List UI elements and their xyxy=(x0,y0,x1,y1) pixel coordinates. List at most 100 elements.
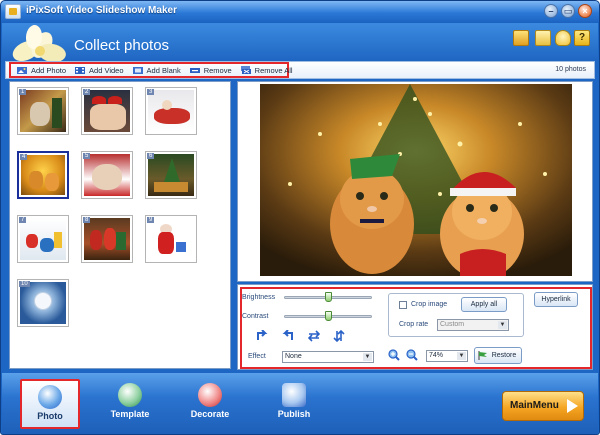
chevron-down-icon: ▼ xyxy=(498,321,507,329)
title-bar[interactable]: iPixSoft Video Slideshow Maker – ▭ × xyxy=(1,1,599,23)
add-video-label: Add Video xyxy=(89,65,124,75)
thumbnail-image xyxy=(84,90,130,132)
restore-zoom-button[interactable]: Restore xyxy=(474,347,522,364)
thumbnail-number: 9 xyxy=(147,217,155,223)
brightness-slider-thumb[interactable] xyxy=(325,292,332,302)
thumbnail-image xyxy=(20,218,66,260)
thumbnail-number: 2 xyxy=(83,89,91,95)
nav-photo[interactable]: Photo xyxy=(20,379,80,429)
publish-nav-icon xyxy=(282,383,306,407)
crop-rate-select-value: Custom xyxy=(440,321,465,328)
thumbnail-image xyxy=(20,282,66,324)
rotate-right-icon[interactable] xyxy=(282,330,294,342)
contrast-label: Contrast xyxy=(242,313,269,320)
photo-thumbnail-6[interactable]: 6 xyxy=(145,151,197,199)
notes-icon[interactable] xyxy=(535,30,551,46)
nav-template[interactable]: Template xyxy=(100,379,160,429)
photo-thumbnail-3[interactable]: 3 xyxy=(145,87,197,135)
remove-all-label: Remove All xyxy=(254,65,293,75)
nav-photo-label: Photo xyxy=(37,411,63,421)
effect-select-value: None xyxy=(285,353,302,360)
add-photo-icon xyxy=(17,67,27,74)
thumbnail-image xyxy=(84,218,130,260)
photo-thumbnail-7[interactable]: 7 xyxy=(17,215,69,263)
photo-count: 10 photos xyxy=(555,66,586,73)
photo-thumbnail-4[interactable]: 4 xyxy=(17,151,69,199)
nav-template-label: Template xyxy=(110,409,150,419)
photo-preview-image xyxy=(260,84,572,276)
thumbnail-number: 6 xyxy=(147,153,155,159)
apply-all-button[interactable]: Apply all xyxy=(461,297,507,312)
page-header: Collect photos ? xyxy=(2,23,598,63)
photo-list-panel[interactable]: 1 2 3 4 5 6 7 8 9 10 xyxy=(9,81,231,369)
hyperlink-button[interactable]: Hyperlink xyxy=(534,292,578,307)
folder-icon[interactable] xyxy=(513,30,529,46)
app-window: iPixSoft Video Slideshow Maker – ▭ × Col… xyxy=(0,0,600,435)
controls-highlight: Brightness Contrast Effect None ▼ Crop i… xyxy=(240,287,592,369)
window-title: iPixSoft Video Slideshow Maker xyxy=(26,5,177,16)
restore-icon: ▭ xyxy=(563,6,573,16)
crop-rate-select[interactable]: Custom ▼ xyxy=(437,319,509,331)
thumbnail-image xyxy=(21,155,65,195)
add-blank-button[interactable]: Add Blank xyxy=(132,65,181,75)
zoom-in-icon[interactable] xyxy=(388,349,400,361)
photo-thumbnail-8[interactable]: 8 xyxy=(81,215,133,263)
contrast-slider-thumb[interactable] xyxy=(325,311,332,321)
nav-decorate-label: Decorate xyxy=(190,409,230,419)
add-photo-button[interactable]: Add Photo xyxy=(16,65,66,75)
flip-vertical-icon[interactable] xyxy=(333,330,345,342)
photo-thumbnail-1[interactable]: 1 xyxy=(17,87,69,135)
lightbulb-icon[interactable] xyxy=(555,30,571,46)
chevron-down-icon: ▼ xyxy=(363,353,372,361)
nav-decorate[interactable]: Decorate xyxy=(180,379,240,429)
flag-icon xyxy=(478,351,487,360)
add-video-button[interactable]: Add Video xyxy=(74,65,124,75)
thumbnail-number: 8 xyxy=(83,217,91,223)
main-menu-button[interactable]: MainMenu xyxy=(502,391,584,421)
flip-horizontal-icon[interactable] xyxy=(308,330,320,342)
bottom-navigation: Photo Template Decorate Publish MainMenu xyxy=(2,373,598,434)
restore-button[interactable]: ▭ xyxy=(561,4,575,18)
flower-logo-icon xyxy=(12,25,66,63)
minimize-button[interactable]: – xyxy=(544,4,558,18)
crop-rate-label: Crop rate xyxy=(399,321,429,328)
photo-preview-panel xyxy=(237,81,593,282)
photo-toolbar: Add Photo Add Video Add Blank Remove Rem… xyxy=(5,61,595,79)
chevron-down-icon: ▼ xyxy=(457,352,466,360)
thumbnail-image xyxy=(148,90,194,132)
minimize-icon: – xyxy=(548,6,554,16)
remove-label: Remove xyxy=(203,65,232,75)
thumbnail-image xyxy=(20,90,66,132)
restore-label: Restore xyxy=(491,352,517,359)
crop-image-checkbox[interactable] xyxy=(399,301,407,309)
crop-image-label: Crop image xyxy=(411,301,448,308)
photo-thumbnail-9[interactable]: 9 xyxy=(145,215,197,263)
thumbnail-number: 3 xyxy=(147,89,155,95)
rotate-left-icon[interactable] xyxy=(256,330,268,342)
thumbnail-number: 1 xyxy=(19,89,27,95)
add-video-icon xyxy=(75,67,86,74)
effect-label: Effect xyxy=(248,353,266,360)
effect-select[interactable]: None ▼ xyxy=(282,351,374,363)
thumbnail-number: 10 xyxy=(19,281,30,287)
arrow-right-icon xyxy=(567,399,578,413)
close-button[interactable]: × xyxy=(578,4,592,18)
remove-all-icon xyxy=(240,66,251,74)
zoom-out-icon[interactable] xyxy=(406,349,418,361)
remove-all-button[interactable]: Remove All xyxy=(240,65,293,75)
zoom-select[interactable]: 74% ▼ xyxy=(426,350,468,362)
photo-thumbnail-10[interactable]: 10 xyxy=(17,279,69,327)
remove-icon xyxy=(189,68,200,73)
template-nav-icon xyxy=(118,383,142,407)
help-icon[interactable]: ? xyxy=(574,30,590,46)
remove-button[interactable]: Remove xyxy=(189,65,232,75)
thumbnail-number: 5 xyxy=(83,153,91,159)
add-blank-icon xyxy=(132,67,143,74)
app-logo-icon xyxy=(5,4,21,19)
thumbnail-image xyxy=(84,154,130,196)
photo-thumbnail-2[interactable]: 2 xyxy=(81,87,133,135)
photo-thumbnail-5[interactable]: 5 xyxy=(81,151,133,199)
nav-publish[interactable]: Publish xyxy=(264,379,324,429)
photo-nav-icon xyxy=(38,385,62,409)
page-title: Collect photos xyxy=(74,37,170,54)
